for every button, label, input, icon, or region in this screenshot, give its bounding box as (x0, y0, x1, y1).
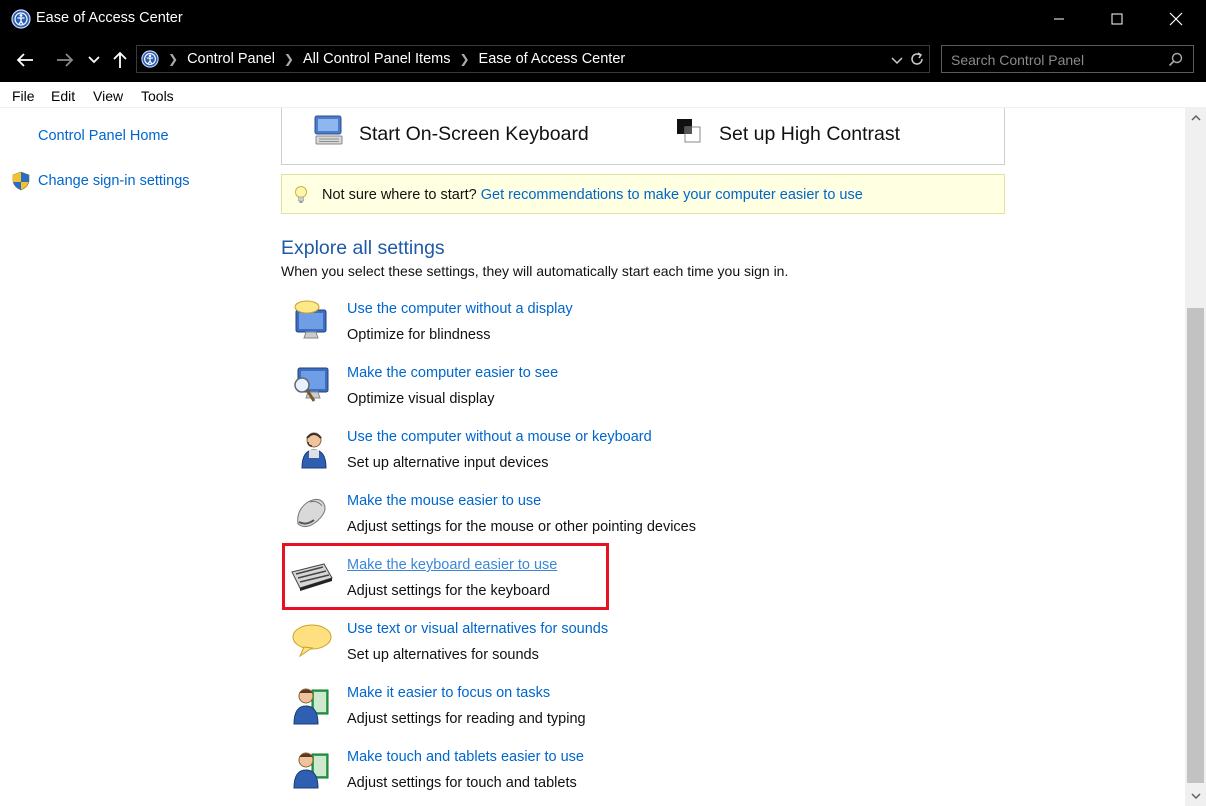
set-up-high-contrast-link[interactable]: Set up High Contrast (719, 123, 900, 146)
menu-bar: File Edit View Tools (0, 82, 1206, 108)
minimize-button[interactable] (1030, 0, 1088, 38)
setting-description: Set up alternative input devices (347, 455, 549, 471)
ease-of-access-icon (11, 9, 31, 29)
close-button[interactable] (1147, 0, 1205, 38)
scroll-down-arrow-icon[interactable] (1185, 786, 1206, 806)
quick-access-box: Start On-Screen Keyboard Set up High Con… (281, 108, 1005, 165)
list-item: Use text or visual alternatives for soun… (290, 620, 890, 680)
address-dropdown-icon[interactable] (891, 53, 903, 69)
change-sign-in-settings-link[interactable]: Change sign-in settings (38, 173, 190, 189)
list-item: Use the computer without a display Optim… (290, 300, 890, 360)
setting-link[interactable]: Use the computer without a mouse or keyb… (347, 429, 652, 445)
setting-description: Set up alternatives for sounds (347, 647, 539, 663)
menu-file[interactable]: File (12, 88, 35, 104)
setting-link[interactable]: Make the computer easier to see (347, 365, 558, 381)
list-item: Make touch and tablets easier to use Adj… (290, 748, 890, 806)
forward-button[interactable] (54, 48, 76, 72)
menu-tools[interactable]: Tools (141, 88, 174, 104)
setting-link[interactable]: Use text or visual alternatives for soun… (347, 621, 608, 637)
headset-person-icon (290, 428, 334, 472)
list-item: Use the computer without a mouse or keyb… (290, 428, 890, 488)
recommendation-tip: Not sure where to start? Get recommendat… (281, 174, 1005, 214)
back-button[interactable] (14, 48, 36, 72)
vertical-scrollbar[interactable] (1185, 108, 1206, 806)
tip-text: Not sure where to start? Get recommendat… (322, 187, 863, 203)
setting-link[interactable]: Use the computer without a display (347, 301, 573, 317)
monitor-magnifier-icon (290, 364, 334, 408)
mouse-icon (290, 492, 334, 536)
window-title: Ease of Access Center (36, 10, 183, 26)
chevron-right-icon: ❯ (283, 52, 294, 66)
chevron-right-icon: ❯ (459, 52, 470, 66)
on-screen-keyboard-icon[interactable] (312, 113, 346, 150)
list-item: Make the computer easier to see Optimize… (290, 364, 890, 424)
search-placeholder: Search Control Panel (951, 52, 1085, 68)
explore-subtitle: When you select these settings, they wil… (281, 263, 789, 279)
scrollbar-thumb[interactable] (1187, 308, 1204, 783)
search-input[interactable]: Search Control Panel (941, 45, 1194, 73)
setting-link[interactable]: Make the mouse easier to use (347, 493, 541, 509)
shield-icon (11, 171, 31, 194)
breadcrumb: ❯ Control Panel ❯ All Control Panel Item… (137, 46, 625, 72)
setting-description: Optimize for blindness (347, 327, 491, 343)
highlight-box (282, 543, 609, 610)
up-button[interactable] (110, 48, 130, 72)
breadcrumb-all-items[interactable]: All Control Panel Items (303, 51, 450, 67)
explore-heading: Explore all settings (281, 237, 445, 259)
menu-view[interactable]: View (93, 88, 123, 104)
setting-description: Adjust settings for reading and typing (347, 711, 586, 727)
setting-link[interactable]: Make touch and tablets easier to use (347, 749, 584, 765)
breadcrumb-control-panel[interactable]: Control Panel (187, 51, 275, 67)
recent-locations-chevron-icon[interactable] (86, 48, 102, 72)
setting-description: Adjust settings for the mouse or other p… (347, 519, 696, 535)
chevron-right-icon: ❯ (168, 52, 179, 66)
person-tablet-icon (290, 748, 334, 792)
lightbulb-icon (293, 185, 309, 208)
high-contrast-icon[interactable] (675, 117, 703, 148)
get-recommendations-link[interactable]: Get recommendations to make your compute… (481, 187, 863, 203)
scroll-up-arrow-icon[interactable] (1185, 108, 1206, 128)
setting-description: Optimize visual display (347, 391, 495, 407)
setting-link[interactable]: Make it easier to focus on tasks (347, 685, 550, 701)
maximize-button[interactable] (1088, 0, 1146, 38)
address-bar[interactable]: ❯ Control Panel ❯ All Control Panel Item… (136, 45, 930, 73)
person-book-icon (290, 684, 334, 728)
start-on-screen-keyboard-link[interactable]: Start On-Screen Keyboard (359, 123, 589, 146)
control-panel-icon (141, 50, 159, 68)
refresh-icon[interactable] (909, 51, 925, 70)
monitor-speech-icon (290, 300, 334, 344)
control-panel-home-link[interactable]: Control Panel Home (38, 128, 169, 144)
tip-prefix: Not sure where to start? (322, 187, 477, 203)
breadcrumb-ease-of-access[interactable]: Ease of Access Center (479, 51, 626, 67)
setting-description: Adjust settings for touch and tablets (347, 775, 577, 791)
menu-edit[interactable]: Edit (51, 88, 75, 104)
list-item: Make it easier to focus on tasks Adjust … (290, 684, 890, 744)
title-bar: Ease of Access Center (0, 0, 1206, 38)
speech-bubble-icon (290, 620, 334, 664)
search-icon[interactable] (1168, 52, 1183, 70)
